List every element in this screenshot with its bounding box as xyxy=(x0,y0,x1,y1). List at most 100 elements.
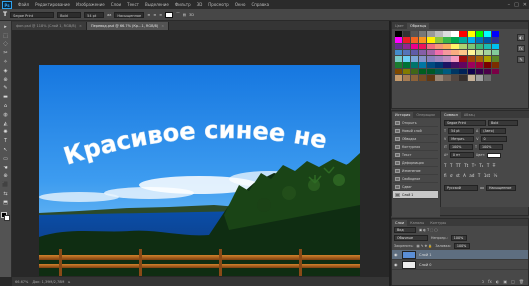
swatch[interactable] xyxy=(459,49,467,56)
font-style-field[interactable]: Bold xyxy=(488,120,518,126)
tool-2-icon[interactable]: ◌ xyxy=(2,42,10,49)
tool-1-icon[interactable]: ⬚ xyxy=(2,33,10,40)
menu-file[interactable]: Файл xyxy=(15,2,32,7)
swatch[interactable] xyxy=(467,37,475,43)
swatch[interactable] xyxy=(395,43,403,50)
swatch[interactable] xyxy=(467,68,475,75)
font-style-select[interactable]: Bold xyxy=(57,11,82,18)
swatch[interactable] xyxy=(395,56,403,62)
swatch[interactable] xyxy=(411,49,419,56)
menu-image[interactable]: Изображение xyxy=(73,2,108,7)
tab-swatches[interactable]: Образцы xyxy=(406,23,430,29)
swatch[interactable] xyxy=(419,62,427,68)
swatch[interactable] xyxy=(411,37,419,43)
swatch[interactable] xyxy=(427,43,435,50)
warp-text-icon[interactable]: ⌒ xyxy=(176,12,180,17)
swatch[interactable] xyxy=(411,31,419,37)
swatch[interactable] xyxy=(491,31,499,37)
swatch[interactable] xyxy=(403,31,411,37)
tool-18-icon[interactable]: ⬛ xyxy=(2,182,10,189)
tool-14-icon[interactable]: ↖ xyxy=(2,147,10,154)
type-style-button[interactable]: T xyxy=(450,163,452,168)
zoom-level[interactable]: 66.67% xyxy=(15,280,28,284)
fill-field[interactable]: 100% xyxy=(453,243,470,249)
swatch[interactable] xyxy=(443,49,451,56)
swatch[interactable] xyxy=(403,68,411,75)
hscale-field[interactable]: 100% xyxy=(479,144,504,150)
tab-actions[interactable]: Операции xyxy=(413,112,438,118)
swatch[interactable] xyxy=(419,43,427,50)
swatch[interactable] xyxy=(459,56,467,62)
canvas-area[interactable]: Красивое синее небо! xyxy=(12,30,389,286)
blend-mode-select[interactable]: Обычные xyxy=(394,235,428,241)
swatch[interactable] xyxy=(443,43,451,50)
swatch[interactable] xyxy=(443,56,451,62)
history-step[interactable]: Слой 1 xyxy=(393,191,438,199)
tab-close-icon[interactable]: × xyxy=(161,24,164,28)
swatch[interactable] xyxy=(443,68,451,75)
minimize-button[interactable]: – xyxy=(508,2,511,8)
swatch[interactable] xyxy=(435,68,443,75)
tool-19-icon[interactable]: ⇆ xyxy=(2,191,10,198)
swatch[interactable] xyxy=(435,31,443,37)
swatch[interactable] xyxy=(483,37,491,43)
char-color-swatch[interactable] xyxy=(487,152,502,158)
swatch[interactable] xyxy=(459,75,467,81)
type-style-button[interactable]: T¹ xyxy=(472,163,476,168)
swatch[interactable] xyxy=(467,56,475,62)
swatch[interactable] xyxy=(427,31,435,37)
tab-paths[interactable]: Контуры xyxy=(427,220,449,226)
swatch[interactable] xyxy=(459,43,467,50)
swatch[interactable] xyxy=(403,43,411,50)
swatch[interactable] xyxy=(475,68,483,75)
swatch[interactable] xyxy=(443,62,451,68)
tool-13-icon[interactable]: T xyxy=(2,138,10,145)
swatch[interactable] xyxy=(491,49,499,56)
tab-channels[interactable]: Каналы xyxy=(407,220,427,226)
text-color-swatch[interactable] xyxy=(165,11,174,18)
history-step[interactable]: Новый слой xyxy=(393,127,438,135)
tool-0-icon[interactable]: ▸ xyxy=(2,24,10,31)
tab-close-icon[interactable]: × xyxy=(79,24,82,28)
swatch[interactable] xyxy=(419,56,427,62)
swatch[interactable] xyxy=(411,75,419,81)
swatch[interactable] xyxy=(419,31,427,37)
character-panel-icon[interactable]: ▤ xyxy=(183,13,186,17)
history-step[interactable]: Свободное xyxy=(393,175,438,183)
history-step[interactable]: Сдвиг xyxy=(393,183,438,191)
swatch[interactable] xyxy=(427,56,435,62)
swatch[interactable] xyxy=(403,37,411,43)
swatch[interactable] xyxy=(419,37,427,43)
tool-20-icon[interactable]: ⬒ xyxy=(2,200,10,207)
history-step[interactable]: Текст xyxy=(393,151,438,159)
status-arrow-icon[interactable]: ▸ xyxy=(68,280,70,284)
swatch[interactable] xyxy=(451,49,459,56)
swatch[interactable] xyxy=(443,75,451,81)
swatch[interactable] xyxy=(435,62,443,68)
swatch[interactable] xyxy=(459,31,467,37)
swatch[interactable] xyxy=(459,37,467,43)
swatch[interactable] xyxy=(467,49,475,56)
history-step[interactable]: Открыть xyxy=(393,119,438,127)
swatch[interactable] xyxy=(395,68,403,75)
tracking-field[interactable]: 0 xyxy=(480,136,507,142)
swatch[interactable] xyxy=(435,56,443,62)
swatch[interactable] xyxy=(411,68,419,75)
swatch[interactable] xyxy=(491,43,499,50)
swatch[interactable] xyxy=(451,68,459,75)
swatch[interactable] xyxy=(483,56,491,62)
document-image[interactable]: Красивое синее небо! xyxy=(39,65,360,276)
tab-history[interactable]: История xyxy=(392,112,414,118)
swatch[interactable] xyxy=(491,62,499,68)
visibility-eye-icon[interactable]: ◉ xyxy=(394,262,399,267)
type-style-button[interactable]: 1st xyxy=(484,173,490,178)
type-style-button[interactable]: ơ xyxy=(450,173,452,178)
tool-5-icon[interactable]: ◈ xyxy=(2,68,10,75)
tool-6-icon[interactable]: ⊕ xyxy=(2,77,10,84)
align-center-icon[interactable]: ≡ xyxy=(153,13,156,17)
menu-window[interactable]: Окно xyxy=(232,2,249,7)
tool-12-icon[interactable]: ✺ xyxy=(2,130,10,137)
type-style-button[interactable]: T₁ xyxy=(479,163,483,168)
swatch[interactable] xyxy=(467,43,475,50)
type-style-button[interactable]: fi xyxy=(444,173,447,178)
